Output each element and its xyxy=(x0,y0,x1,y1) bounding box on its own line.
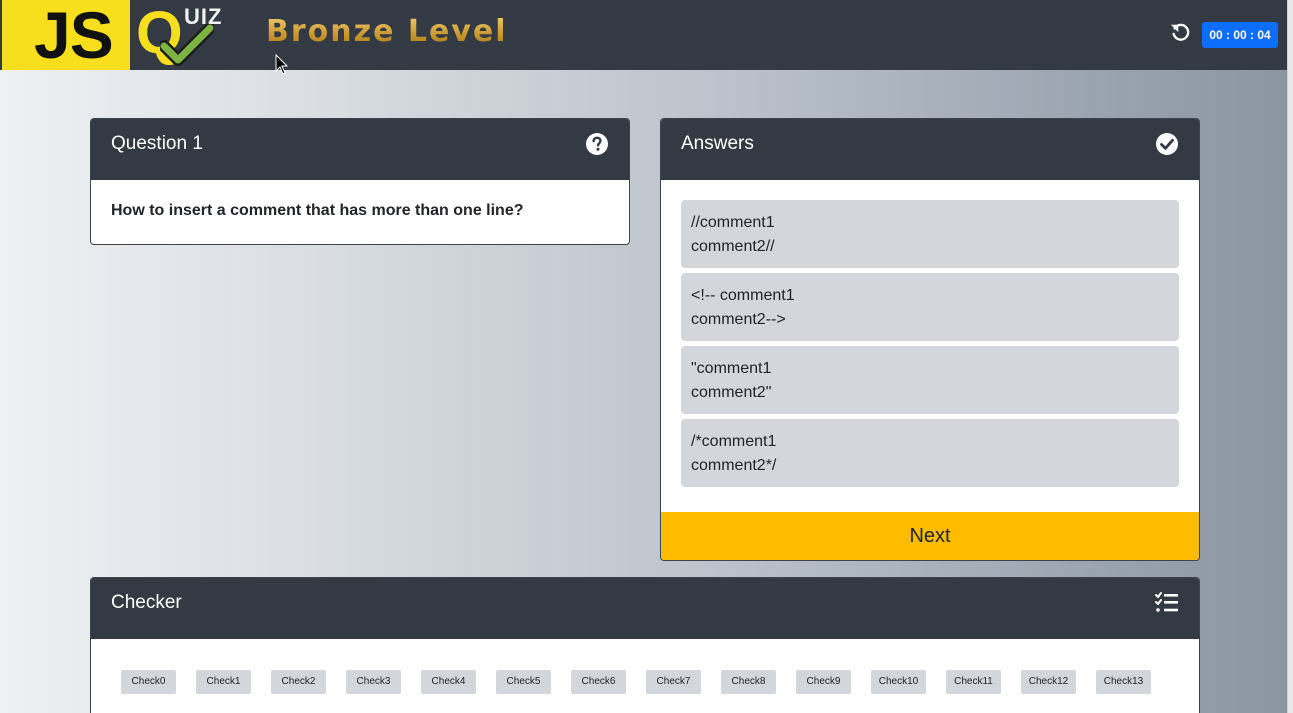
checker-card: Checker Check0 Check1 Check2 Check3 Chec… xyxy=(90,577,1200,713)
check-badge-6[interactable]: Check6 xyxy=(571,670,626,694)
check-badge-11[interactable]: Check11 xyxy=(946,670,1001,694)
mouse-cursor-icon xyxy=(275,54,289,75)
checker-title: Checker xyxy=(111,592,182,613)
answer-option-3-line2: comment2" xyxy=(691,384,772,401)
check-badge-4[interactable]: Check4 xyxy=(421,670,476,694)
check-badge-7[interactable]: Check7 xyxy=(646,670,701,694)
question-card-header: Question 1 xyxy=(91,119,629,180)
timer-badge: 00 : 00 : 04 xyxy=(1202,22,1278,48)
question-circle-icon xyxy=(586,133,608,155)
checker-list: Check0 Check1 Check2 Check3 Check4 Check… xyxy=(91,639,1199,713)
vertical-scrollbar[interactable] xyxy=(1287,0,1293,713)
answer-option-2[interactable]: <!-- comment1 comment2--> xyxy=(681,273,1179,341)
check-badge-3[interactable]: Check3 xyxy=(346,670,401,694)
logo-quiz-mark: Q UIZ xyxy=(130,0,228,70)
check-badge-1[interactable]: Check1 xyxy=(196,670,251,694)
check-circle-icon xyxy=(1156,133,1178,155)
answer-option-1-line1: //comment1 xyxy=(691,214,775,231)
answers-card: Answers //comment1 comment2// <!-- comme… xyxy=(660,118,1200,561)
check-badge-10[interactable]: Check10 xyxy=(871,670,926,694)
answer-option-2-line2: comment2--> xyxy=(691,311,786,328)
answer-option-1[interactable]: //comment1 comment2// xyxy=(681,200,1179,268)
jsquiz-logo: JS Q UIZ xyxy=(2,0,228,70)
question-text: How to insert a comment that has more th… xyxy=(111,202,524,219)
answer-option-4-line1: /*comment1 xyxy=(691,433,777,450)
check-badge-9[interactable]: Check9 xyxy=(796,670,851,694)
answer-option-3-line1: "comment1 xyxy=(691,360,772,377)
question-title: Question 1 xyxy=(111,133,203,154)
check-badge-8[interactable]: Check8 xyxy=(721,670,776,694)
answers-list: //comment1 comment2// <!-- comment1 comm… xyxy=(661,180,1199,487)
answers-card-header: Answers xyxy=(661,119,1199,180)
check-badge-0[interactable]: Check0 xyxy=(121,670,176,694)
question-card: Question 1 How to insert a comment that … xyxy=(90,118,630,245)
answer-option-4-line2: comment2*/ xyxy=(691,457,777,474)
check-badge-13[interactable]: Check13 xyxy=(1096,670,1151,694)
answer-option-4[interactable]: /*comment1 comment2*/ xyxy=(681,419,1179,487)
answers-title: Answers xyxy=(681,133,754,154)
next-button[interactable]: Next xyxy=(661,512,1199,560)
checker-card-header: Checker xyxy=(91,578,1199,639)
answer-option-1-line2: comment2// xyxy=(691,238,775,255)
check-badge-2[interactable]: Check2 xyxy=(271,670,326,694)
check-badge-5[interactable]: Check5 xyxy=(496,670,551,694)
top-navbar: JS Q UIZ Bronze Level 00 : 00 : 04 xyxy=(0,0,1287,70)
tasks-list-icon xyxy=(1155,592,1178,612)
logo-check-icon xyxy=(160,24,214,66)
logo-js-text: JS xyxy=(2,0,130,70)
level-title: Bronze Level xyxy=(266,14,508,49)
answer-option-2-line1: <!-- comment1 xyxy=(691,287,795,304)
rotate-left-icon[interactable] xyxy=(1170,22,1192,44)
answer-option-3[interactable]: "comment1 comment2" xyxy=(681,346,1179,414)
check-badge-12[interactable]: Check12 xyxy=(1021,670,1076,694)
